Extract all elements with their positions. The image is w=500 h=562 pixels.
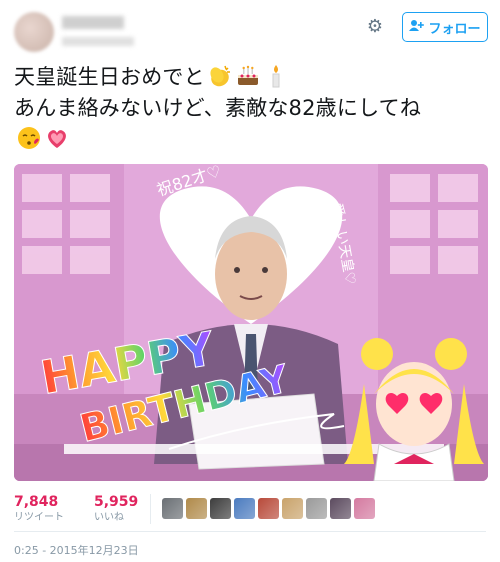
stats-divider [150,494,151,524]
tweet-header: ██████ @██████ ⚙ フォロー [14,12,488,58]
user-name-block[interactable]: ██████ @██████ [62,16,134,46]
tweet-text: 天皇誕生日おめでと あんま絡みないけど、素敵な82歳にしてね [14,62,490,155]
tweet-line-1: 天皇誕生日おめでと [14,62,490,93]
pink-heart-emoji [48,130,66,148]
follow-user-icon [409,19,425,36]
candle-emoji [272,65,280,88]
retweets-count: 7,848 [14,494,59,510]
follow-button[interactable]: フォロー [402,12,488,42]
tweet-line-2: あんま絡みないけど、素敵な82歳にしてね [14,96,422,120]
liker-avatar[interactable] [210,498,231,519]
tweet-timestamp[interactable]: 0:25 - 2015年12月23日 [14,542,139,558]
retweets-label: リツイート [14,512,64,523]
tweet-media-image[interactable]: 祝82才♡ 愛しい天皇♡ HAPPY BIRTHDAY [14,164,488,481]
liker-avatar[interactable] [186,498,207,519]
footer-divider [14,531,486,532]
gear-icon[interactable]: ⚙ [366,18,384,36]
liker-avatar[interactable] [162,498,183,519]
liker-avatar[interactable] [330,498,351,519]
liker-avatars [162,498,375,519]
liker-avatar[interactable] [258,498,279,519]
liker-avatar[interactable] [306,498,327,519]
birthday-cake-emoji [237,65,258,85]
avatar[interactable] [14,12,54,52]
engagement-stats: 7,848 リツイート 5,959 いいね [14,494,138,525]
kissing-face-emoji [18,127,40,149]
liker-avatar[interactable] [234,498,255,519]
clapping-hands-emoji [210,65,230,87]
tweet-line-3 [14,124,490,155]
likes-stat[interactable]: 5,959 いいね [94,494,138,525]
display-name[interactable]: ██████ [62,16,124,29]
liker-avatar[interactable] [354,498,375,519]
follow-label: フォロー [428,21,481,37]
likes-label: いいね [94,512,124,523]
likes-count: 5,959 [94,494,139,510]
birthday-photo: 祝82才♡ 愛しい天皇♡ HAPPY BIRTHDAY [14,164,488,481]
tweet-text-line1: 天皇誕生日おめでと [14,65,205,89]
retweets-stat[interactable]: 7,848 リツイート [14,494,64,525]
liker-avatar[interactable] [282,498,303,519]
user-handle[interactable]: @██████ [62,37,134,46]
